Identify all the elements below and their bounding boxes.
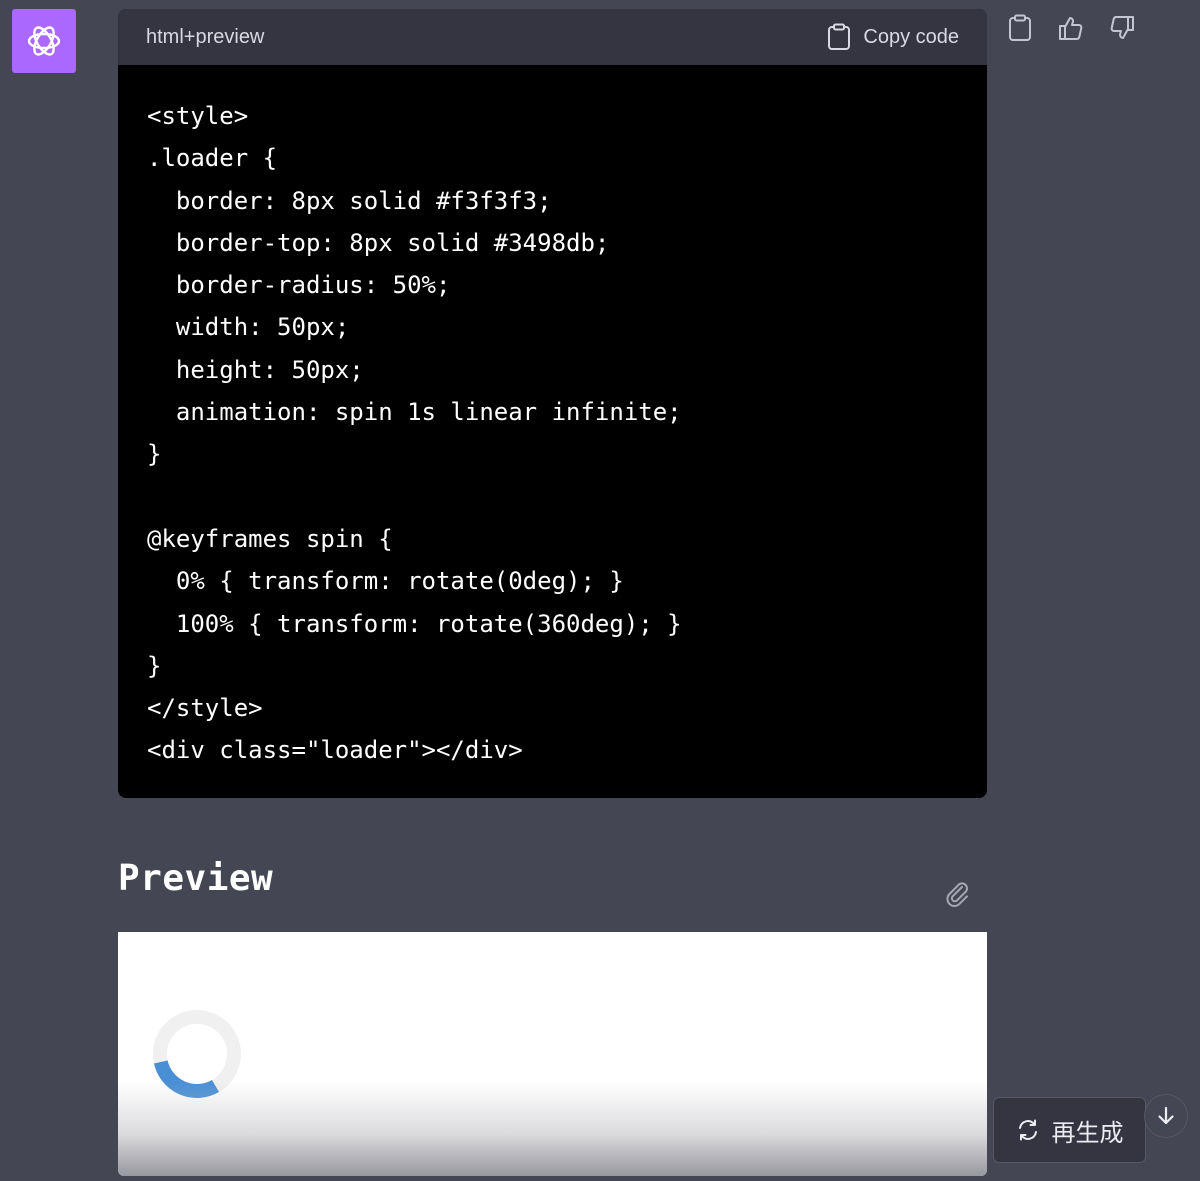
- code-block: html+preview Copy code <style> .loader { …: [118, 9, 987, 798]
- code-content[interactable]: <style> .loader { border: 8px solid #f3f3…: [118, 65, 987, 772]
- openai-logo-icon: [27, 26, 61, 56]
- copy-code-label: Copy code: [863, 25, 959, 48]
- code-line: }: [147, 440, 162, 469]
- copy-code-button[interactable]: Copy code: [827, 23, 959, 51]
- regenerate-label: 再生成: [1051, 1118, 1124, 1147]
- preview-frame: [118, 932, 987, 1176]
- thumbs-up-icon: [1059, 17, 1083, 40]
- thumbs-down-icon: [1110, 16, 1134, 39]
- clipboard-icon: [828, 23, 851, 50]
- arrow-down-icon: [1158, 1106, 1174, 1125]
- clipboard-icon: [1009, 14, 1031, 41]
- code-line: </style>: [147, 694, 263, 723]
- scroll-to-bottom-button[interactable]: [1144, 1094, 1188, 1138]
- code-line: width: 50px;: [147, 313, 350, 342]
- paperclip-icon[interactable]: [942, 878, 972, 908]
- thumbs-up-button[interactable]: [1057, 12, 1085, 44]
- thumbs-down-button[interactable]: [1108, 12, 1136, 44]
- refresh-icon: [1018, 1119, 1037, 1141]
- code-line: <style>: [147, 102, 249, 130]
- code-line: 0% { transform: rotate(0deg); }: [147, 567, 624, 596]
- preview-fade-overlay: [118, 1082, 987, 1176]
- code-line: height: 50px;: [147, 355, 364, 384]
- chat-message: html+preview Copy code <style> .loader { …: [0, 0, 1200, 1181]
- code-line: border-radius: 50%;: [147, 271, 451, 300]
- code-line: animation: spin 1s linear infinite;: [147, 398, 682, 427]
- preview-heading: Preview: [118, 858, 274, 899]
- assistant-avatar: [12, 9, 76, 73]
- code-language-label: html+preview: [146, 25, 265, 48]
- message-actions: [1006, 12, 1136, 44]
- copy-message-button[interactable]: [1006, 12, 1034, 44]
- code-line: .loader {: [147, 144, 278, 173]
- code-line: 100% { transform: rotate(360deg); }: [147, 609, 682, 638]
- code-header: html+preview Copy code: [118, 9, 987, 65]
- code-line: @keyframes spin {: [147, 524, 393, 553]
- code-line: }: [147, 651, 162, 680]
- code-line: border-top: 8px solid #3498db;: [147, 228, 610, 257]
- code-line: border: 8px solid #f3f3f3;: [147, 186, 552, 215]
- regenerate-button[interactable]: 再生成: [993, 1097, 1146, 1163]
- code-line: <div class="loader"></div>: [147, 736, 523, 765]
